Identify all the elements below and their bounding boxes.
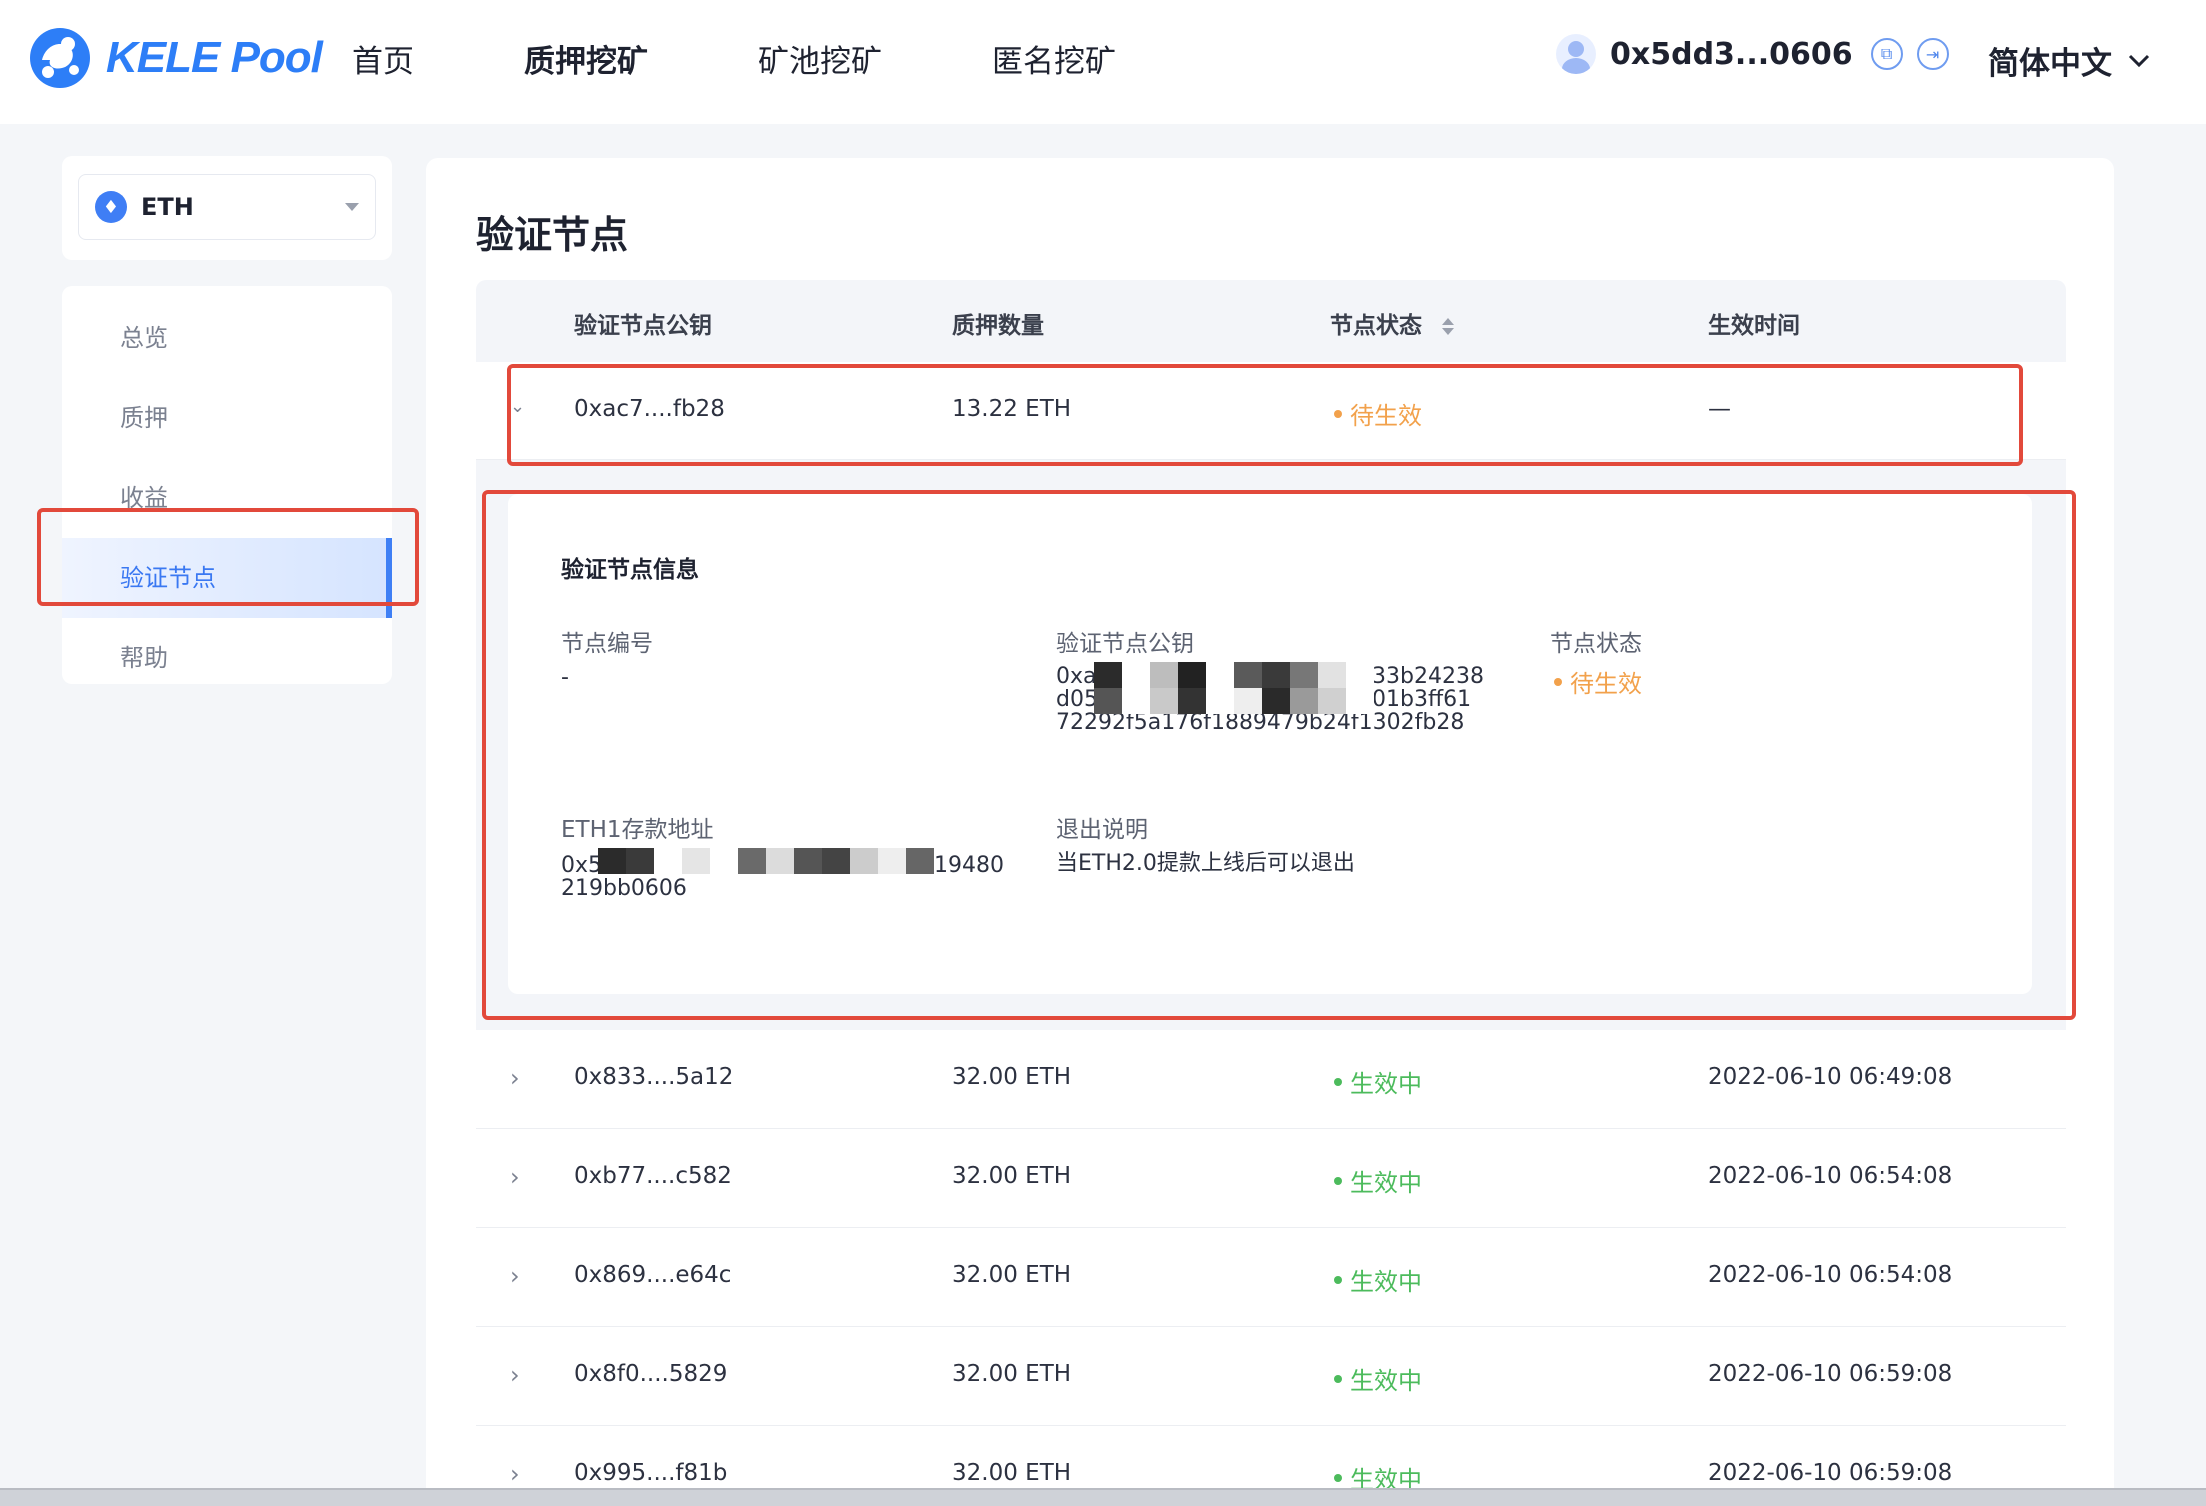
eth-icon: ♦ xyxy=(95,191,127,223)
table-header: 验证节点公钥 质押数量 节点状态 生效时间 xyxy=(476,280,2066,362)
row-amount: 32.00 ETH xyxy=(952,1361,1072,1387)
col-header-amount: 质押数量 xyxy=(952,313,1044,339)
pubkey-redaction xyxy=(1094,662,1376,714)
pubkey-label: 验证节点公钥 xyxy=(1056,631,1194,657)
row-pubkey: 0x833....5a12 xyxy=(574,1064,734,1090)
wallet-address: 0x5dd3...0606 xyxy=(1610,36,1853,72)
status-text: 生效中 xyxy=(1350,1169,1422,1197)
page-title: 验证节点 xyxy=(476,213,629,257)
status-badge: 生效中 xyxy=(1334,1262,1422,1297)
sidebar-item-earnings[interactable]: 收益 xyxy=(62,458,392,538)
row-pubkey: 0x995....f81b xyxy=(574,1460,728,1486)
detail-title: 验证节点信息 xyxy=(561,557,699,583)
logo-text: KELE Pool xyxy=(106,33,323,82)
sidebar-item-stake[interactable]: 质押 xyxy=(62,378,392,458)
chevron-right-icon[interactable]: › xyxy=(510,1460,520,1488)
user-avatar-icon xyxy=(1556,34,1596,74)
logo[interactable]: KELE Pool xyxy=(28,26,323,90)
status-badge: 生效中 xyxy=(1334,1361,1422,1396)
col-header-pubkey: 验证节点公钥 xyxy=(574,313,712,339)
sidebar-menu: 总览 质押 收益 验证节点 帮助 xyxy=(62,286,392,684)
row-amount: 32.00 ETH xyxy=(952,1064,1072,1090)
col-header-status[interactable]: 节点状态 xyxy=(1330,306,1455,340)
window-bottom-bar xyxy=(0,1488,2206,1506)
coin-name: ETH xyxy=(141,193,194,221)
node-number-value: - xyxy=(561,665,569,690)
pubkey-line-2-end: 01b3ff61 xyxy=(1372,687,1472,712)
status-badge: 生效中 xyxy=(1334,1064,1422,1099)
node-number-label: 节点编号 xyxy=(561,631,653,657)
row-amount: 32.00 ETH xyxy=(952,1163,1072,1189)
row-amount: 32.00 ETH xyxy=(952,1262,1072,1288)
deposit-address-label: ETH1存款地址 xyxy=(561,817,714,843)
row-pubkey: 0x869....e64c xyxy=(574,1262,732,1288)
chevron-right-icon[interactable]: › xyxy=(510,1064,520,1092)
deposit-redaction xyxy=(598,848,934,878)
chevron-right-icon[interactable]: › xyxy=(510,1361,520,1389)
chevron-down-icon xyxy=(2128,54,2150,67)
exit-note-value: 当ETH2.0提款上线后可以退出 xyxy=(1056,851,1355,876)
status-text: 生效中 xyxy=(1350,1268,1422,1296)
chevron-right-icon[interactable]: › xyxy=(510,1262,520,1290)
coin-select[interactable]: ♦ ETH xyxy=(78,174,376,240)
sidebar-item-help[interactable]: 帮助 xyxy=(62,618,392,698)
sort-icon[interactable] xyxy=(1442,318,1455,335)
copy-icon[interactable]: ⧉ xyxy=(1870,38,1903,70)
row-pubkey: 0xac7....fb28 xyxy=(574,396,725,422)
status-text: 待生效 xyxy=(1350,402,1422,430)
row-pubkey: 0x8f0....5829 xyxy=(574,1361,728,1387)
col-header-status-label: 节点状态 xyxy=(1330,313,1422,339)
table-row[interactable]: › 0x833....5a12 32.00 ETH 生效中 2022-06-10… xyxy=(476,1030,2066,1129)
chevron-expanded-icon[interactable]: ⌄ xyxy=(510,396,525,417)
row-pubkey: 0xb77....c582 xyxy=(574,1163,732,1189)
chevron-right-icon[interactable]: › xyxy=(510,1163,520,1191)
col-header-time: 生效时间 xyxy=(1708,313,1800,339)
kele-logo-icon xyxy=(30,28,90,88)
validator-detail-card xyxy=(508,494,2032,994)
nav-pool-mining[interactable]: 矿池挖矿 xyxy=(758,36,882,81)
coin-selector-box: ♦ ETH xyxy=(62,156,392,260)
status-text: 生效中 xyxy=(1350,1367,1422,1395)
status-badge: 待生效 xyxy=(1334,396,1422,431)
node-status-label: 节点状态 xyxy=(1550,631,1642,657)
nav-home[interactable]: 首页 xyxy=(352,36,414,81)
row-time: 2022-06-10 06:59:08 xyxy=(1708,1361,1953,1387)
pubkey-line-3: 72292f5a176f1889479b24f1302fb28 xyxy=(1056,710,1465,735)
nav-anonymous-mining[interactable]: 匿名挖矿 xyxy=(992,36,1116,81)
table-row[interactable]: › 0x869....e64c 32.00 ETH 生效中 2022-06-10… xyxy=(476,1228,2066,1327)
table-row[interactable]: › 0x8f0....5829 32.00 ETH 生效中 2022-06-10… xyxy=(476,1327,2066,1426)
deposit-address-line-2: 219bb0606 xyxy=(561,876,687,901)
pubkey-line-2: d05 xyxy=(1056,687,1098,712)
detail-status-text: 待生效 xyxy=(1570,670,1642,698)
row-time: 2022-06-10 06:59:08 xyxy=(1708,1460,1953,1486)
table-row-expanded[interactable]: ⌄ 0xac7....fb28 13.22 ETH 待生效 — xyxy=(476,362,2066,460)
status-badge: 生效中 xyxy=(1334,1163,1422,1198)
logout-icon[interactable]: ⇥ xyxy=(1916,38,1949,70)
table-row[interactable]: › 0xb77....c582 32.00 ETH 生效中 2022-06-10… xyxy=(476,1129,2066,1228)
row-time: 2022-06-10 06:49:08 xyxy=(1708,1064,1953,1090)
sidebar-item-validators[interactable]: 验证节点 xyxy=(62,538,392,618)
language-selector[interactable]: 简体中文 xyxy=(1988,38,2150,83)
sidebar-item-overview[interactable]: 总览 xyxy=(62,298,392,378)
account-info: 0x5dd3...0606 ⧉ ⇥ xyxy=(1556,34,1949,74)
detail-status-badge: 待生效 xyxy=(1554,664,1642,699)
status-text: 生效中 xyxy=(1350,1070,1422,1098)
pubkey-line-1-end: 33b24238 xyxy=(1372,664,1484,689)
caret-down-icon xyxy=(345,203,359,211)
exit-note-label: 退出说明 xyxy=(1056,817,1148,843)
top-header: KELE Pool 首页 质押挖矿 矿池挖矿 匿名挖矿 0x5dd3...060… xyxy=(0,0,2206,124)
deposit-address-line-1: 0x5 xyxy=(561,853,603,878)
row-time: 2022-06-10 06:54:08 xyxy=(1708,1262,1953,1288)
row-amount: 13.22 ETH xyxy=(952,396,1072,422)
row-time: — xyxy=(1708,396,1731,422)
language-label: 简体中文 xyxy=(1988,46,2112,82)
row-amount: 32.00 ETH xyxy=(952,1460,1072,1486)
row-time: 2022-06-10 06:54:08 xyxy=(1708,1163,1953,1189)
nav-staking[interactable]: 质押挖矿 xyxy=(524,36,648,81)
main-nav: 首页 质押挖矿 矿池挖矿 匿名挖矿 xyxy=(352,36,1226,81)
